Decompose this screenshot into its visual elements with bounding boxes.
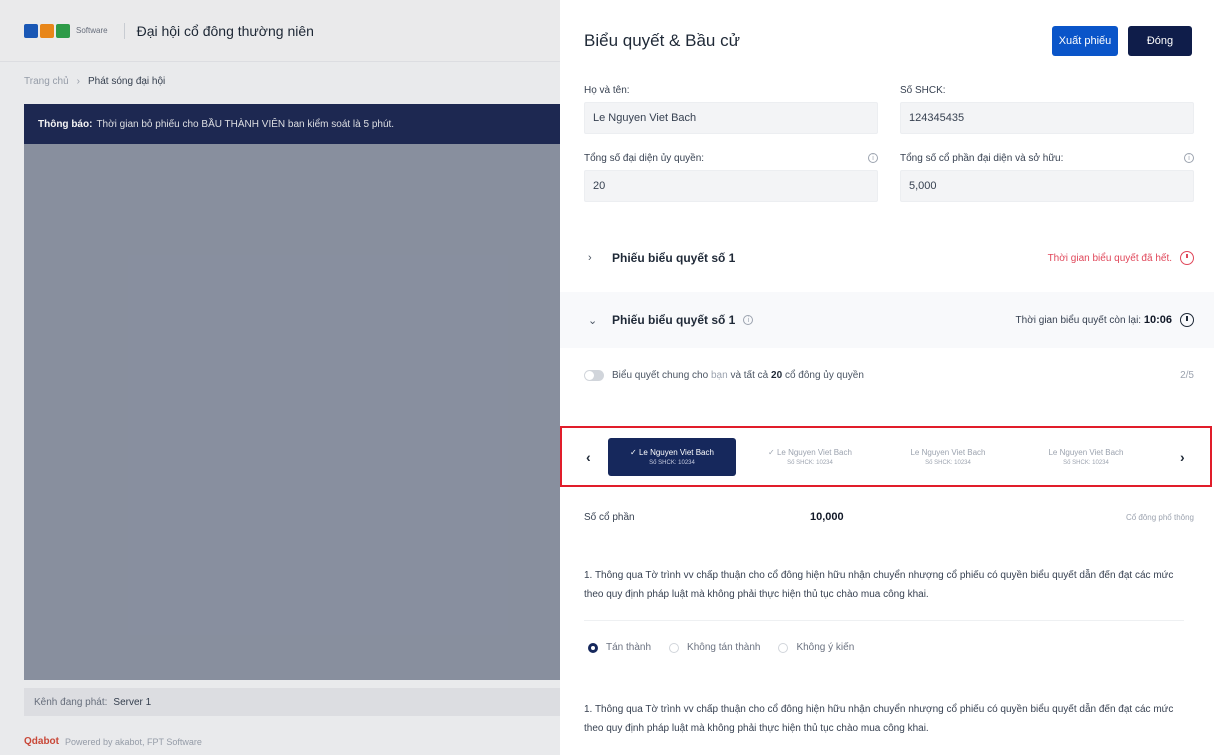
shck-input[interactable]: 124345435 — [900, 102, 1194, 134]
ballot-expired-text: Thời gian biểu quyết đã hết. — [1047, 252, 1172, 264]
toggle-text-highlight: bạn — [710, 369, 728, 381]
option-label: Không ý kiến — [796, 642, 855, 653]
drawer-header: Biểu quyết & Bầu cử Xuất phiếu Đóng — [560, 0, 1214, 82]
ballot-title: Phiếu biểu quyết số 1 — [612, 313, 736, 327]
shareholder-card[interactable]: ✓ Le Nguyen Viet Bach Số SHCK: 10234 — [746, 438, 874, 476]
toggle-count: 20 — [771, 369, 783, 381]
close-button[interactable]: Đóng — [1128, 26, 1192, 56]
chevron-down-icon: ⌄ — [588, 314, 598, 327]
option-approve[interactable]: Tán thành — [588, 642, 651, 653]
shareholder-carousel: ‹ ✓ Le Nguyen Viet Bach Số SHCK: 10234 ✓… — [560, 426, 1212, 487]
vote-progress: 2/5 — [1180, 369, 1194, 381]
shareholder-info-form: Họ và tên: Le Nguyen Viet Bach Số SHCK: … — [560, 82, 1214, 218]
background-app: Software Đại hội cổ đông thường niên Tra… — [0, 0, 560, 755]
info-icon[interactable]: i — [743, 315, 754, 325]
proxy-field: Tổng số đại diện ủy quyền: i 20 — [584, 150, 878, 202]
time-remaining-value: 10:06 — [1143, 314, 1172, 326]
info-icon[interactable]: i — [868, 153, 878, 163]
radio-icon[interactable] — [778, 642, 789, 653]
vote-all-toggle-row: Biểu quyết chung cho bạn và tất cả 20 cổ… — [560, 358, 1214, 392]
timer-icon — [1180, 313, 1194, 327]
vote-options: Tán thành Không tán thành Không ý kiến — [588, 642, 854, 653]
voting-drawer: Biểu quyết & Bầu cử Xuất phiếu Đóng Họ v… — [560, 0, 1214, 755]
toggle-text-post: cổ đông ủy quyền — [784, 369, 864, 381]
chevron-right-icon[interactable]: › — [1180, 449, 1194, 465]
toggle-text-pre: Biểu quyết chung cho — [612, 369, 709, 381]
chevron-right-icon: › — [588, 252, 592, 264]
ballot-title: Phiếu biểu quyết số 1 — [612, 251, 736, 265]
radio-icon[interactable] — [669, 642, 680, 653]
shareholder-name: Le Nguyen Viet Bach — [1048, 447, 1124, 457]
option-disapprove[interactable]: Không tán thành — [669, 642, 760, 653]
chevron-left-icon[interactable]: ‹ — [586, 449, 600, 465]
ballot-accordion-expired[interactable]: › Phiếu biểu quyết số 1 Thời gian biểu q… — [560, 232, 1214, 284]
shares-label: Tổng số cổ phần đại diện và sở hữu: — [900, 152, 1064, 164]
proxy-label: Tổng số đại diện ủy quyền: — [584, 152, 705, 164]
shareholder-card[interactable]: Le Nguyen Viet Bach Số SHCK: 10234 — [884, 438, 1012, 476]
drawer-title: Biểu quyết & Bầu cử — [584, 31, 740, 50]
modal-overlay[interactable] — [0, 0, 560, 755]
name-field: Họ và tên: Le Nguyen Viet Bach — [584, 82, 878, 134]
shareholder-name: ✓ Le Nguyen Viet Bach — [768, 447, 852, 457]
shck-label: Số SHCK: — [900, 84, 946, 96]
shareholder-shck: Số SHCK: 10234 — [787, 459, 833, 466]
name-input[interactable]: Le Nguyen Viet Bach — [584, 102, 878, 134]
shareholder-shck: Số SHCK: 10234 — [649, 459, 695, 466]
time-remaining: Thời gian biểu quyết còn lại: 10:06 — [1016, 314, 1172, 326]
option-no-opinion[interactable]: Không ý kiến — [778, 642, 854, 653]
export-ballot-button[interactable]: Xuất phiếu — [1052, 26, 1118, 56]
name-label: Họ và tên: — [584, 84, 630, 96]
clock-alert-icon — [1180, 251, 1194, 265]
shareholder-name: ✓ Le Nguyen Viet Bach — [630, 447, 714, 457]
divider — [584, 620, 1184, 621]
radio-checked-icon[interactable] — [588, 642, 598, 653]
time-remaining-label: Thời gian biểu quyết còn lại: — [1015, 315, 1142, 326]
ballot-accordion-active[interactable]: ⌄ Phiếu biểu quyết số 1 i Thời gian biểu… — [560, 292, 1214, 348]
shareholder-type: Cổ đông phổ thông — [1125, 512, 1194, 522]
vote-all-toggle[interactable] — [584, 369, 604, 381]
toggle-text-mid: và tất cả — [730, 369, 769, 381]
resolution-text: 1. Thông qua Tờ trình vv chấp thuận cho … — [584, 570, 1174, 600]
shck-field: Số SHCK: 124345435 — [900, 82, 1194, 134]
option-label: Không tán thành — [687, 642, 761, 653]
shareholder-card[interactable]: Le Nguyen Viet Bach Số SHCK: 10234 — [1022, 438, 1150, 476]
shareholder-slides: ✓ Le Nguyen Viet Bach Số SHCK: 10234 ✓ L… — [608, 437, 1180, 476]
shareholder-shck: Số SHCK: 10234 — [1063, 459, 1109, 466]
proxy-input[interactable]: 20 — [584, 170, 878, 202]
resolution-text: 1. Thông qua Tờ trình vv chấp thuận cho … — [584, 704, 1174, 734]
shareholder-name: Le Nguyen Viet Bach — [910, 447, 986, 457]
info-icon[interactable]: i — [1184, 153, 1194, 163]
shares-input[interactable]: 5,000 — [900, 170, 1194, 202]
share-label: Số cổ phần — [584, 511, 635, 523]
shareholder-card[interactable]: ✓ Le Nguyen Viet Bach Số SHCK: 10234 — [608, 437, 736, 476]
share-value: 10,000 — [810, 511, 844, 523]
shares-field: Tổng số cổ phần đại diện và sở hữu: i 5,… — [900, 150, 1194, 202]
share-count-row: Số cổ phần 10,000 Cổ đông phổ thông — [560, 502, 1214, 532]
shareholder-shck: Số SHCK: 10234 — [925, 459, 971, 466]
option-label: Tán thành — [606, 642, 652, 653]
